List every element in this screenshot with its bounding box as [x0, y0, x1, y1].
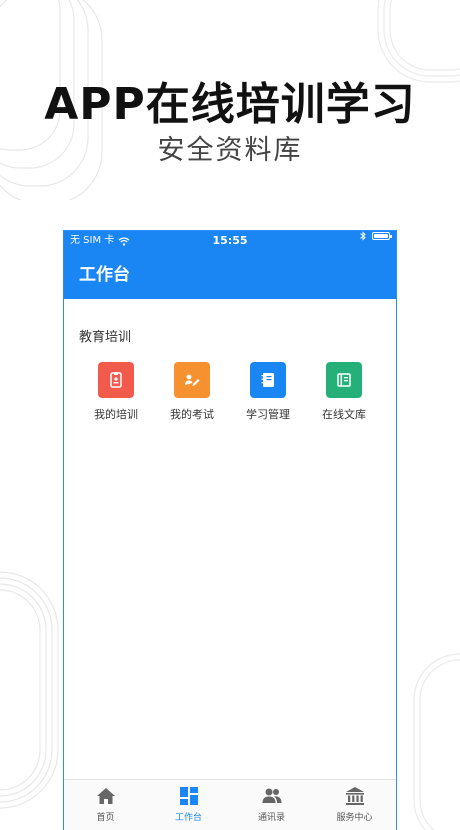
workbench-icon	[179, 787, 198, 805]
status-right	[360, 231, 392, 241]
tab-contacts[interactable]: 通讯录	[230, 780, 313, 830]
feature-label: 我的培训	[94, 408, 138, 421]
feature-my-training[interactable]: 我的培训	[78, 362, 154, 422]
tab-workbench[interactable]: 工作台	[147, 780, 230, 830]
tab-label: 服务中心	[336, 813, 373, 823]
tab-label: 首页	[96, 813, 115, 823]
phone-screen: 无 SIM 卡 15:55 工作台 教育培训 我的培训 我的考试 学习管理 在线…	[63, 230, 397, 830]
feature-label: 我的考试	[170, 408, 214, 421]
bluetooth-icon	[360, 231, 366, 241]
feature-label: 学习管理	[246, 408, 290, 421]
contacts-icon	[262, 788, 281, 803]
battery-icon	[372, 232, 392, 240]
book-icon	[261, 373, 274, 387]
tab-label: 工作台	[174, 813, 202, 823]
tab-home[interactable]: 首页	[64, 780, 147, 830]
library-icon	[337, 373, 351, 387]
content-area: 教育培训 我的培训 我的考试 学习管理 在线文库	[64, 299, 396, 422]
feature-my-exam[interactable]: 我的考试	[154, 362, 230, 422]
service-center-icon	[345, 787, 364, 805]
status-bar: 无 SIM 卡 15:55	[64, 231, 396, 251]
promo-subtitle: 安全资料库	[157, 135, 303, 166]
section-title: 教育培训	[79, 330, 132, 345]
status-time: 15:55	[212, 234, 248, 247]
feature-study-management[interactable]: 学习管理	[230, 362, 306, 422]
header-title: 工作台	[64, 251, 396, 299]
tile-study-management	[250, 362, 286, 398]
tile-my-training	[98, 362, 134, 398]
tab-label: 通讯录	[257, 813, 285, 823]
feature-label: 在线文库	[322, 408, 366, 421]
promo-title: APP在线培训学习	[44, 79, 416, 130]
home-icon	[96, 788, 115, 804]
feature-grid: 我的培训 我的考试 学习管理 在线文库	[64, 362, 396, 422]
tile-online-library	[326, 362, 362, 398]
feature-online-library[interactable]: 在线文库	[306, 362, 382, 422]
tab-service-center[interactable]: 服务中心	[313, 780, 396, 830]
badge-icon	[110, 372, 122, 388]
tab-bar: 首页 工作台 通讯录 服务中心	[64, 779, 396, 830]
tile-my-exam	[174, 362, 210, 398]
exam-icon	[185, 374, 200, 386]
